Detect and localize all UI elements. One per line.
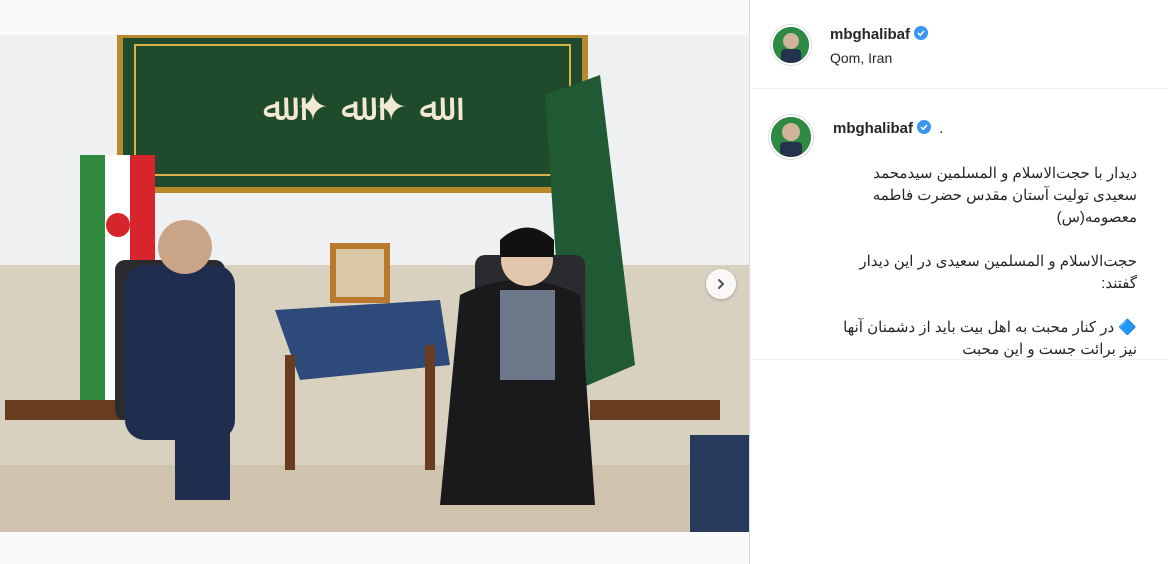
username-text[interactable]: mbghalibaf	[830, 26, 910, 43]
post-header: mbghalibaf Qom, Iran	[750, 0, 1168, 89]
carousel-next-button[interactable]	[706, 269, 736, 299]
photo-scene: ﷲ ✦ ﷲ ✦ ﷲ	[0, 35, 749, 532]
verified-badge-icon	[914, 26, 929, 40]
profile-photo	[771, 117, 811, 157]
verified-badge-icon	[917, 120, 932, 134]
post-author-username[interactable]: mbghalibaf	[830, 26, 929, 43]
avatar[interactable]	[771, 25, 811, 65]
caption-text: دیدار با حجت‌الاسلام و المسلمین سیدمحمد …	[843, 165, 1137, 358]
chevron-right-icon	[718, 279, 725, 289]
caption-suffix: .	[939, 120, 944, 137]
caption-section: mbghalibaf . دیدار با حجت‌الاسلام و المس…	[750, 89, 1168, 359]
profile-photo	[773, 27, 809, 63]
caption-username[interactable]: mbghalibaf	[833, 120, 913, 137]
avatar[interactable]	[769, 115, 813, 159]
post-location[interactable]: Qom, Iran	[830, 50, 892, 66]
post-details-pane: mbghalibaf Qom, Iran mbghalibaf . دیدار …	[750, 0, 1168, 564]
post-photo[interactable]: ﷲ ✦ ﷲ ✦ ﷲ	[0, 35, 749, 532]
caption-author: mbghalibaf .	[833, 120, 943, 137]
svg-text:ﷲ ✦ ﷲ ✦ ﷲ: ﷲ ✦ ﷲ ✦ ﷲ	[263, 85, 464, 129]
post-media-pane: ﷲ ✦ ﷲ ✦ ﷲ	[0, 0, 749, 564]
comments-divider	[750, 359, 1168, 360]
